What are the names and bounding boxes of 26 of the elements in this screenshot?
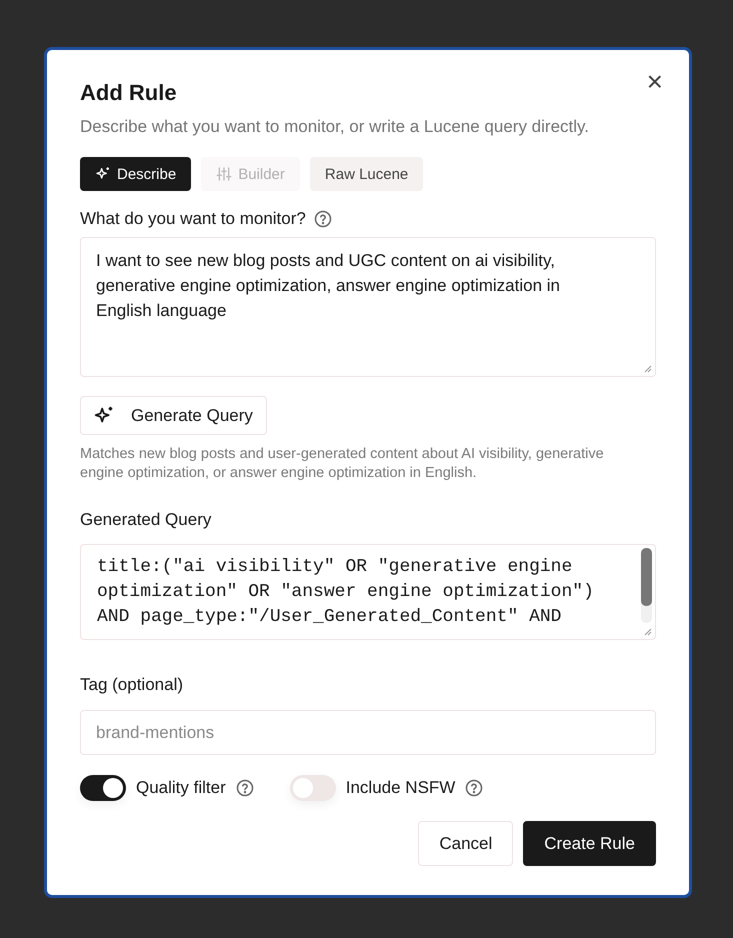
toggle-label: Include NSFW bbox=[346, 778, 456, 798]
query-summary: Matches new blog posts and user-generated content about AI visibility, generative engine optimization, or answer engine optimization in English. bbox=[80, 445, 605, 483]
description-field[interactable]: I want to see new blog posts and UGC content on ai visibility, generative engine optimization, answer engine optimization in English language bbox=[80, 237, 656, 377]
dialog-title: Add Rule bbox=[80, 80, 178, 107]
mode-tab[interactable]: Describe bbox=[80, 157, 192, 191]
field-label: Generated Query bbox=[80, 510, 212, 530]
generate-query-button[interactable]: Generate Query bbox=[80, 396, 267, 435]
create-rule-button[interactable]: Create Rule bbox=[523, 821, 656, 866]
field-label: Tag (optional) bbox=[80, 675, 184, 695]
help-icon[interactable] bbox=[465, 779, 484, 797]
tag-input[interactable]: brand-mentions bbox=[80, 710, 656, 755]
close-button[interactable]: × bbox=[642, 68, 667, 96]
query-field[interactable]: title:("ai visibility" OR "generative engine optimization" OR "answer engine optimization") AND page_type:"/User_Generated_Content" AND bbox=[80, 544, 656, 640]
toggle-switch[interactable] bbox=[290, 775, 336, 801]
field-label: What do you want to monitor? bbox=[80, 209, 306, 229]
help-icon[interactable] bbox=[236, 779, 254, 797]
resize-grip-icon bbox=[644, 365, 652, 373]
sliders-icon bbox=[216, 166, 232, 182]
cancel-button[interactable]: Cancel bbox=[418, 821, 514, 866]
toggle-label: Quality filter bbox=[136, 778, 226, 798]
mode-tab[interactable]: Raw Lucene bbox=[310, 157, 424, 191]
scrollbar-thumb[interactable] bbox=[641, 548, 652, 606]
resize-grip-icon bbox=[644, 628, 652, 636]
toggle-switch[interactable] bbox=[80, 775, 126, 801]
help-icon[interactable] bbox=[314, 210, 332, 228]
dialog-subtitle: Describe what you want to monitor, or write a Lucene query directly. bbox=[80, 117, 590, 137]
